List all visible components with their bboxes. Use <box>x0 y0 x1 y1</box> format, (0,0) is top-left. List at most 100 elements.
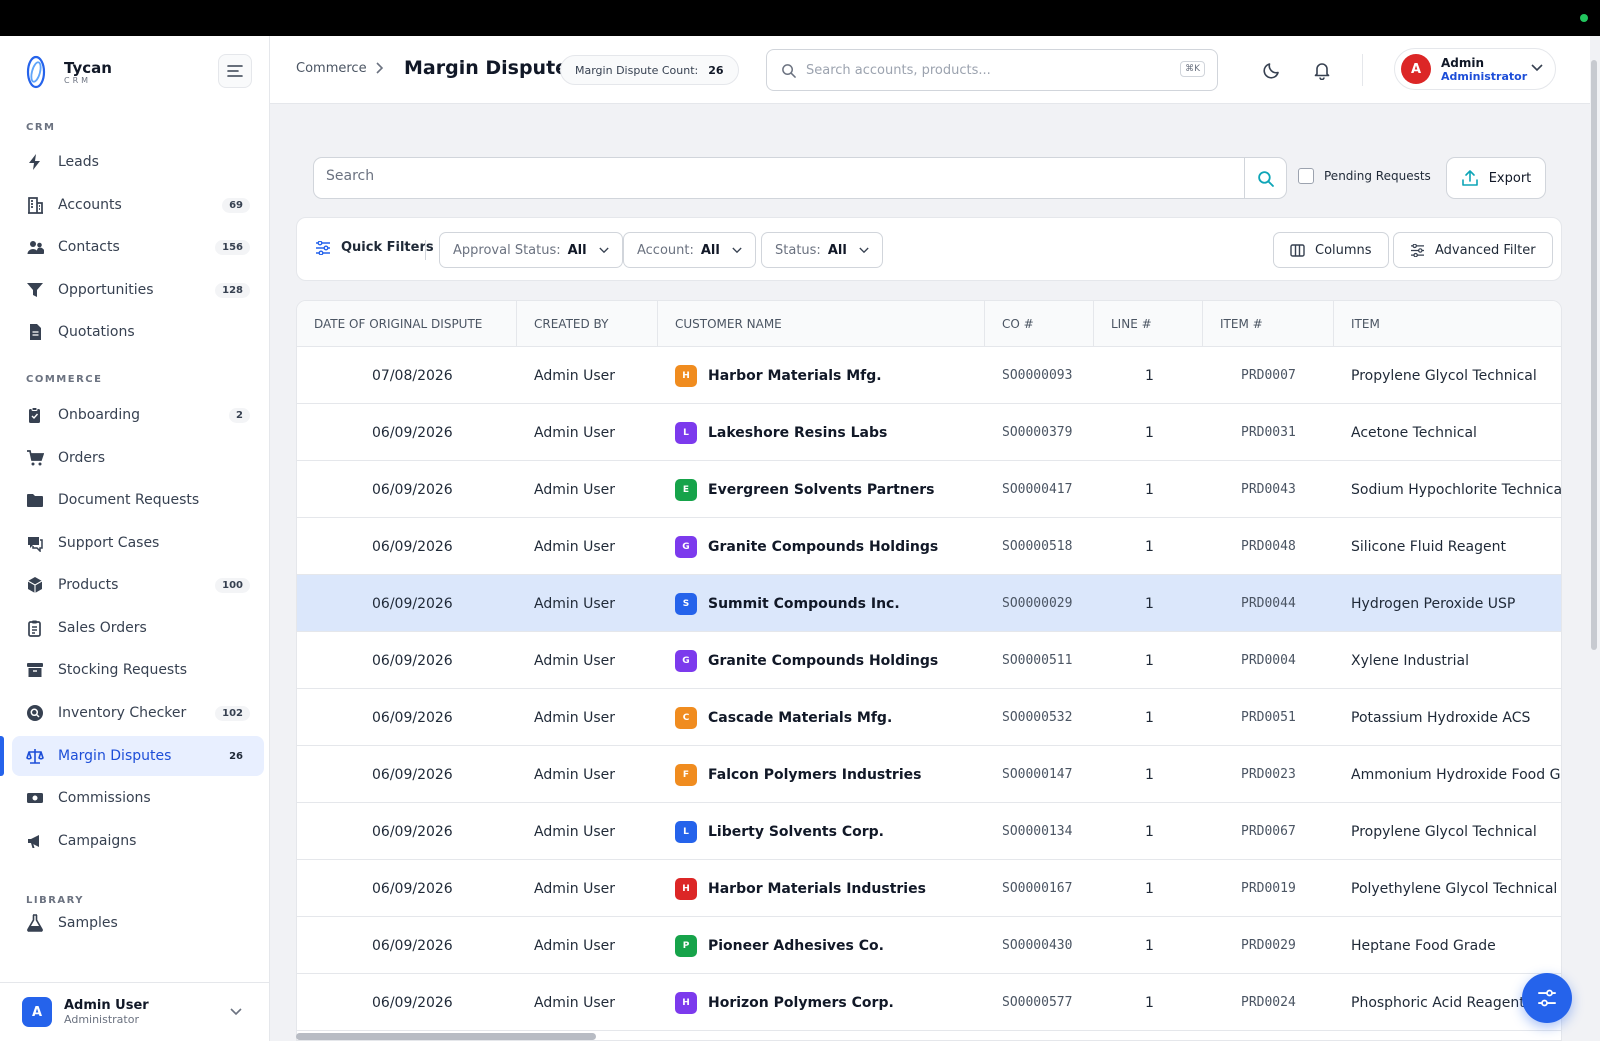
horizontal-scrollbar-thumb[interactable] <box>296 1033 596 1040</box>
cell-customer[interactable]: S Summit Compounds Inc. <box>675 575 900 632</box>
table-row[interactable]: 06/09/2026 Admin User G Granite Compounds H… <box>297 518 1561 575</box>
menu-toggle-button[interactable] <box>218 54 252 88</box>
sidebar-item-sales-orders[interactable]: Sales Orders <box>12 608 264 648</box>
table-search-input[interactable] <box>326 168 1206 184</box>
table-row[interactable]: 06/09/2026 Admin User F Falcon Polymers Ind… <box>297 746 1561 803</box>
cell-line: 1 <box>1145 652 1154 669</box>
sidebar-item-badge: 2 <box>229 407 250 423</box>
advanced-filter-button[interactable]: Advanced Filter <box>1393 232 1553 268</box>
pending-requests-toggle[interactable]: Pending Requests <box>1298 168 1431 184</box>
col-co[interactable]: CO # <box>985 301 1094 347</box>
customer-name: Horizon Polymers Corp. <box>708 994 894 1011</box>
pending-requests-label: Pending Requests <box>1324 169 1431 183</box>
users-icon <box>26 238 44 256</box>
global-search[interactable]: ⌘K <box>766 49 1218 91</box>
columns-button[interactable]: Columns <box>1273 232 1389 268</box>
sidebar-item-opportunities[interactable]: Opportunities 128 <box>12 270 264 310</box>
cell-line: 1 <box>1145 481 1154 498</box>
vertical-scrollbar-thumb[interactable] <box>1591 60 1597 650</box>
table-row[interactable]: 06/09/2026 Admin User H Harbor Materials In… <box>297 860 1561 917</box>
cell-item-no: PRD0023 <box>1241 767 1296 782</box>
table-row[interactable]: 06/09/2026 Admin User G Granite Compounds H… <box>297 632 1561 689</box>
table-row[interactable]: 06/09/2026 Admin User P Pioneer Adhesives C… <box>297 917 1561 974</box>
cell-customer[interactable]: H Harbor Materials Industries <box>675 860 926 917</box>
chevron-down-icon <box>598 247 609 253</box>
sidebar-item-inventory-checker[interactable]: Inventory Checker 102 <box>12 693 264 733</box>
status-dot <box>1580 14 1588 22</box>
cell-date: 06/09/2026 <box>372 823 453 840</box>
col-item-no[interactable]: ITEM # <box>1203 301 1334 347</box>
approval-status-filter[interactable]: Approval Status: All <box>439 232 623 268</box>
scale-icon <box>26 747 44 765</box>
col-customer[interactable]: CUSTOMER NAME <box>658 301 985 347</box>
sidebar-item-accounts[interactable]: Accounts 69 <box>12 185 264 225</box>
table-row[interactable]: 06/09/2026 Admin User H Horizon Polymers Co… <box>297 974 1561 1031</box>
sidebar-item-campaigns[interactable]: Campaigns <box>12 821 264 861</box>
cell-date: 06/09/2026 <box>372 595 453 612</box>
breadcrumb[interactable]: Commerce <box>296 61 367 76</box>
sidebar-item-stocking-requests[interactable]: Stocking Requests <box>12 650 264 690</box>
sidebar-item-samples[interactable]: Samples <box>12 903 264 943</box>
table-row[interactable]: 06/09/2026 Admin User E Evergreen Solvents … <box>297 461 1561 518</box>
bolt-icon <box>26 153 44 171</box>
sidebar-item-label: Quotations <box>58 324 135 340</box>
sidebar-item-label: Orders <box>58 450 106 466</box>
shortcut-hint: ⌘K <box>1180 61 1205 77</box>
avatar: A <box>22 997 52 1027</box>
customer-avatar: S <box>675 592 697 615</box>
cell-customer[interactable]: E Evergreen Solvents Partners <box>675 461 934 518</box>
table-row[interactable]: 06/09/2026 Admin User C Cascade Materials M… <box>297 689 1561 746</box>
cell-item-no: PRD0067 <box>1241 824 1296 839</box>
sidebar: Tycan CRM CRM COMMERCE LIBRARY Leads Acco… <box>0 36 270 1041</box>
sidebar-item-margin-disputes[interactable]: Margin Disputes 26 <box>12 736 264 776</box>
brand[interactable]: Tycan CRM <box>24 54 112 90</box>
sidebar-item-commissions[interactable]: Commissions <box>12 778 264 818</box>
notifications-button[interactable] <box>1310 58 1334 82</box>
export-button[interactable]: Export <box>1446 157 1546 199</box>
cell-customer[interactable]: G Granite Compounds Holdings <box>675 518 938 575</box>
sidebar-item-onboarding[interactable]: Onboarding 2 <box>12 395 264 435</box>
sidebar-item-document-requests[interactable]: Document Requests <box>12 480 264 520</box>
dark-mode-toggle[interactable] <box>1260 58 1284 82</box>
sidebar-user[interactable]: A Admin User Administrator <box>0 982 270 1041</box>
sidebar-item-label: Stocking Requests <box>58 662 188 678</box>
approval-status-value: All <box>567 242 587 258</box>
table-row[interactable]: 07/08/2026 Admin User H Harbor Materials Mf… <box>297 347 1561 404</box>
col-date[interactable]: DATE OF ORIGINAL DISPUTE <box>297 301 517 347</box>
table-search[interactable] <box>313 157 1287 199</box>
table-row[interactable]: 06/09/2026 Admin User L Lakeshore Resins La… <box>297 404 1561 461</box>
global-search-input[interactable] <box>806 62 1166 78</box>
page-title: Margin Dispute <box>404 57 569 79</box>
account-filter[interactable]: Account: All <box>623 232 756 268</box>
customer-name: Harbor Materials Industries <box>708 880 926 897</box>
sidebar-item-label: Accounts <box>58 197 122 213</box>
sidebar-item-products[interactable]: Products 100 <box>12 565 264 605</box>
status-filter[interactable]: Status: All <box>761 232 883 268</box>
cell-customer[interactable]: L Liberty Solvents Corp. <box>675 803 884 860</box>
section-crm: CRM <box>26 122 56 133</box>
sidebar-item-support-cases[interactable]: Support Cases <box>12 523 264 563</box>
profile-menu[interactable]: A Admin Administrator <box>1394 48 1556 90</box>
sidebar-item-quotations[interactable]: Quotations <box>12 312 264 352</box>
pending-requests-checkbox[interactable] <box>1298 168 1314 184</box>
customer-avatar: F <box>675 763 697 786</box>
sidebar-item-contacts[interactable]: Contacts 156 <box>12 227 264 267</box>
box-icon <box>26 576 44 594</box>
quick-filters-button[interactable]: Quick Filters <box>315 240 434 255</box>
sidebar-item-leads[interactable]: Leads <box>12 142 264 182</box>
floating-settings-button[interactable] <box>1522 973 1572 1023</box>
cell-customer[interactable]: G Granite Compounds Holdings <box>675 632 938 689</box>
cell-customer[interactable]: F Falcon Polymers Industries <box>675 746 921 803</box>
cell-customer[interactable]: P Pioneer Adhesives Co. <box>675 917 884 974</box>
table-row[interactable]: 06/09/2026 Admin User S Summit Compounds In… <box>297 575 1561 632</box>
col-created-by[interactable]: CREATED BY <box>517 301 658 347</box>
col-item[interactable]: ITEM <box>1334 301 1561 347</box>
search-button[interactable] <box>1244 158 1286 198</box>
cell-customer[interactable]: L Lakeshore Resins Labs <box>675 404 887 461</box>
cell-customer[interactable]: C Cascade Materials Mfg. <box>675 689 892 746</box>
sidebar-item-orders[interactable]: Orders <box>12 438 264 478</box>
col-line[interactable]: LINE # <box>1094 301 1203 347</box>
cell-customer[interactable]: H Harbor Materials Mfg. <box>675 347 882 404</box>
cell-customer[interactable]: H Horizon Polymers Corp. <box>675 974 894 1031</box>
table-row[interactable]: 06/09/2026 Admin User L Liberty Solvents Co… <box>297 803 1561 860</box>
